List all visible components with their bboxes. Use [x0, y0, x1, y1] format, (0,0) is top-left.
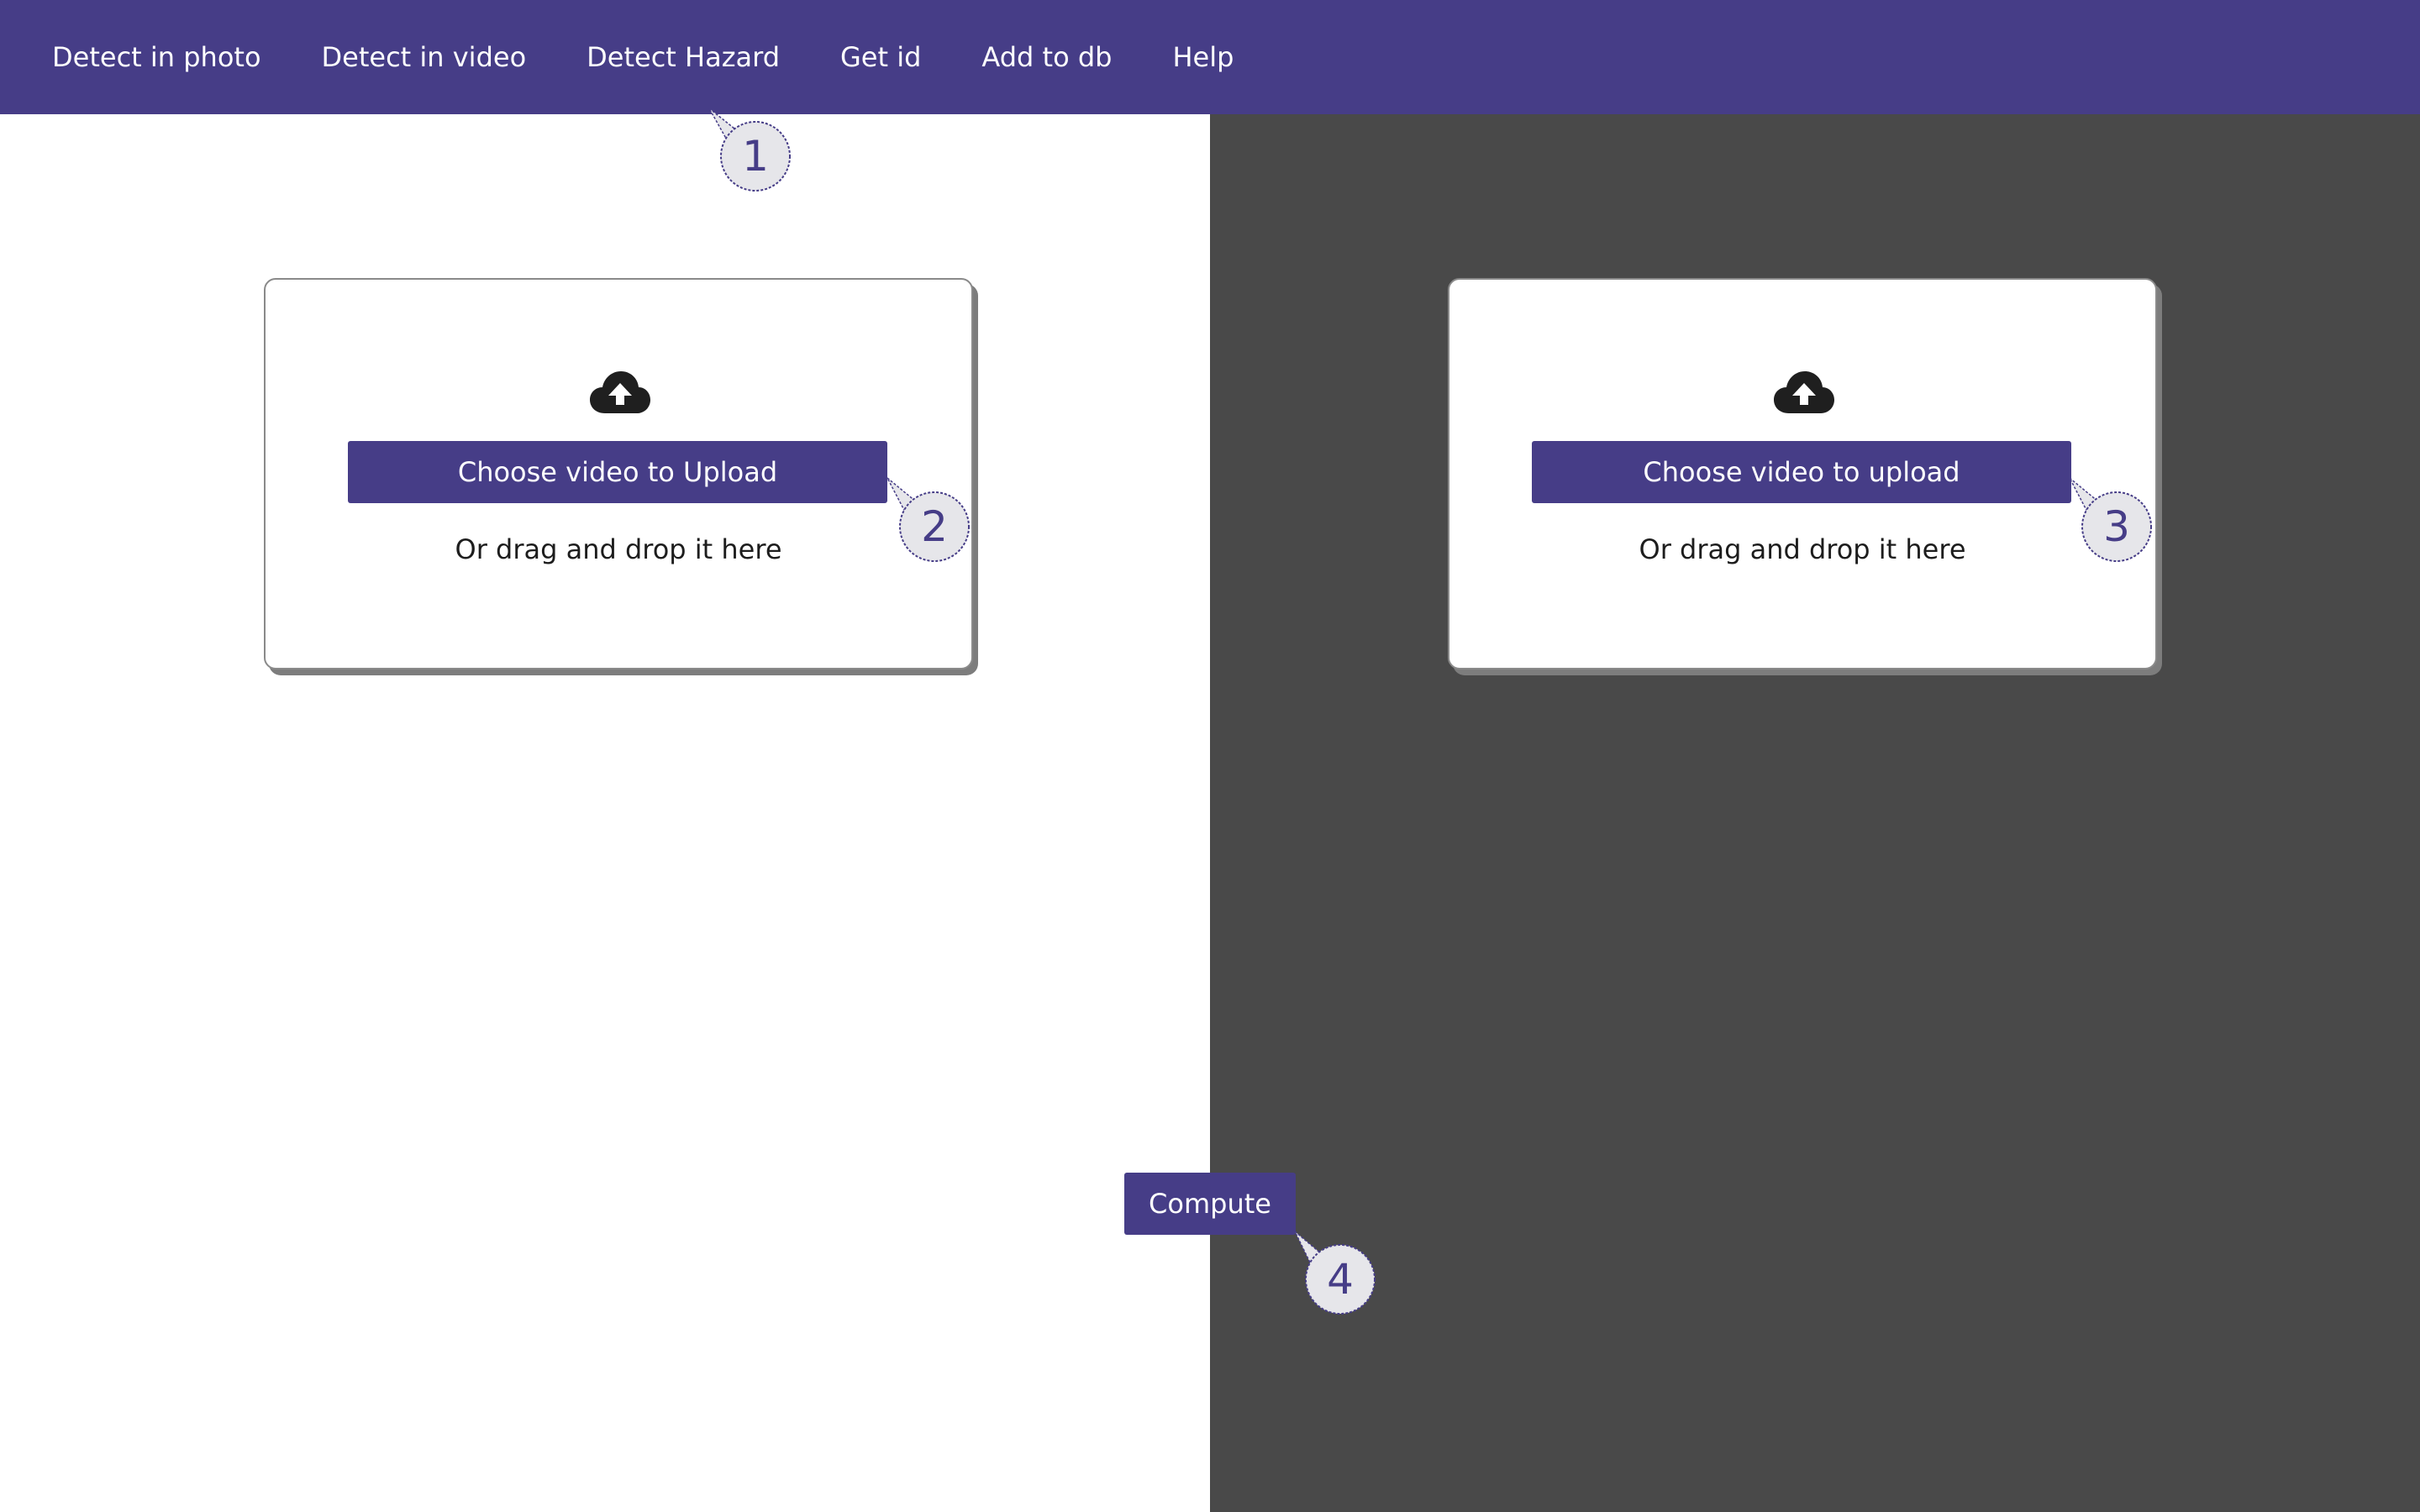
callout-1: 1: [708, 108, 791, 192]
top-navbar: Detect in photo Detect in video Detect H…: [0, 0, 2420, 114]
compute-button[interactable]: Compute: [1124, 1173, 1296, 1235]
callout-number: 4: [1327, 1255, 1354, 1304]
nav-item-get-id[interactable]: Get id: [840, 41, 921, 73]
page: Detect in photo Detect in video Detect H…: [0, 0, 2420, 1512]
callout-number: 2: [921, 502, 948, 551]
nav-item-detect-hazard[interactable]: Detect Hazard: [587, 41, 780, 73]
right-upload-dropzone[interactable]: Choose video to upload Or drag and drop …: [1448, 278, 2157, 669]
cloud-upload-icon: [1774, 371, 1834, 413]
left-drag-drop-text: Or drag and drop it here: [455, 533, 782, 565]
cloud-upload-icon: [590, 371, 650, 413]
nav-item-help[interactable]: Help: [1172, 41, 1234, 73]
right-choose-video-button[interactable]: Choose video to upload: [1532, 441, 2071, 503]
left-choose-video-button[interactable]: Choose video to Upload: [348, 441, 887, 503]
left-upload-dropzone[interactable]: Choose video to Upload Or drag and drop …: [264, 278, 973, 669]
nav-item-add-to-db[interactable]: Add to db: [981, 41, 1112, 73]
nav-item-detect-in-photo[interactable]: Detect in photo: [52, 41, 261, 73]
callout-2: 2: [886, 477, 970, 562]
right-drag-drop-text: Or drag and drop it here: [1639, 533, 1966, 565]
nav-item-detect-in-video[interactable]: Detect in video: [322, 41, 527, 73]
callout-4: 4: [1294, 1231, 1376, 1315]
callout-number: 3: [2103, 502, 2130, 551]
callout-3: 3: [2069, 477, 2152, 562]
callout-number: 1: [742, 132, 769, 181]
